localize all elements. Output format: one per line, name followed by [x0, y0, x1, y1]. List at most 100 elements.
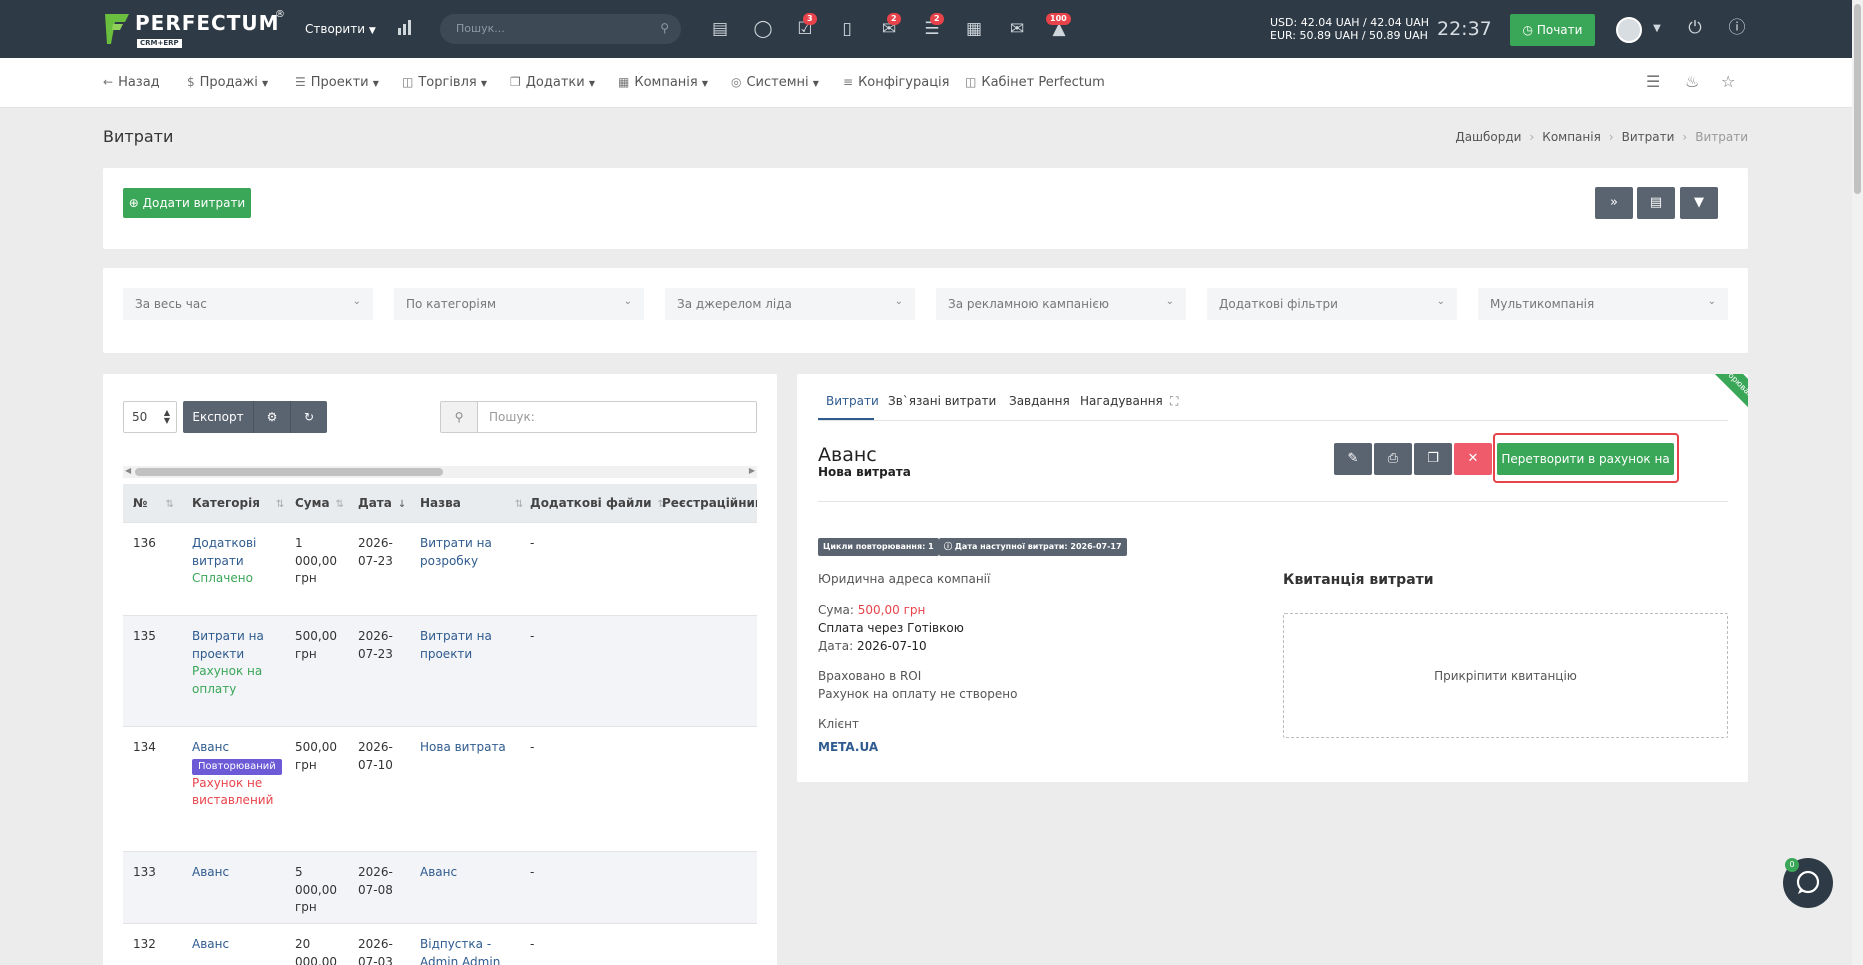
row-sum: 5	[295, 865, 303, 879]
filter-category-label: По категоріям	[406, 297, 497, 311]
table-row[interactable]: 132 Аванс 20 000,00 2026- 07-03 Відпустк…	[123, 923, 757, 965]
filter-campaign[interactable]: За рекламною кампанією ⌄	[936, 288, 1186, 320]
row-category[interactable]: проекти	[192, 646, 267, 664]
row-name[interactable]: Нова витрата	[420, 739, 506, 757]
refresh-icon[interactable]: ↻	[290, 401, 327, 433]
filter-category[interactable]: По категоріям ⌄	[394, 288, 644, 320]
column-files-label: Додаткові файли	[530, 496, 652, 510]
row-name[interactable]: Витрати на	[420, 628, 492, 646]
table-row[interactable]: 136 Додаткові витрати Сплачено 1 000,00 …	[123, 522, 757, 615]
expense-subtitle: Нова витрата	[818, 465, 911, 479]
nav-system[interactable]: ◎ Системні ▼	[731, 75, 819, 90]
start-timer-button[interactable]: ◷ Почати	[1510, 14, 1595, 46]
filter-multicompany[interactable]: Мультикомпанія ⌄	[1478, 288, 1728, 320]
client-link[interactable]: META.UA	[818, 740, 878, 754]
comment-icon[interactable]: ◯	[751, 19, 775, 39]
sum-value: 500,00 грн	[857, 603, 926, 617]
chevron-down-icon: ⌄	[1436, 296, 1445, 307]
cart-icon: ◫	[402, 75, 414, 89]
power-icon[interactable]: ⏻	[1683, 18, 1707, 38]
layers-icon[interactable]: ☰	[1646, 72, 1660, 91]
fire-icon[interactable]: ♨	[1685, 72, 1699, 91]
page-scrollbar[interactable]	[1852, 0, 1863, 965]
print-icon[interactable]: ⎙	[1374, 443, 1412, 475]
page-size-select[interactable]: 50 ▲ ▼	[123, 401, 177, 433]
sliders-icon: ≡	[843, 75, 854, 89]
column-date[interactable]: Дата ↓	[358, 496, 406, 510]
row-name[interactable]: Аванс	[420, 864, 457, 882]
row-name[interactable]: Admin Admin	[420, 954, 500, 965]
create-menu[interactable]: Створити ▼	[305, 22, 376, 36]
nav-sales[interactable]: $ Продажі ▼	[187, 75, 268, 90]
breadcrumb-expenses[interactable]: Витрати	[1622, 130, 1675, 144]
breadcrumb-company[interactable]: Компанія	[1542, 130, 1601, 144]
expand-icon[interactable]: ⛶	[1170, 394, 1178, 409]
row-status: Сплачено	[192, 571, 253, 585]
convert-to-invoice-button[interactable]: Перетворити в рахунок на оплату	[1497, 443, 1674, 498]
copy-icon[interactable]: ❐	[1414, 443, 1452, 475]
chevron-down-icon: ▼	[368, 26, 376, 36]
filter-period[interactable]: За весь час ⌄	[123, 288, 373, 320]
help-icon[interactable]: ⓘ	[1725, 18, 1749, 38]
delete-icon[interactable]: ✕	[1454, 443, 1492, 475]
chevron-down-icon[interactable]: ▼	[1645, 19, 1669, 39]
row-num: 135	[133, 629, 156, 643]
list-search-input[interactable]: ⚲ Пошук:	[440, 401, 757, 433]
row-category[interactable]: Додаткові	[192, 535, 256, 553]
column-num[interactable]: № ⇅	[133, 496, 174, 510]
table-horizontal-scrollbar[interactable]: ◀ ▶	[123, 466, 757, 478]
filter-additional[interactable]: Додаткові фільтри ⌄	[1207, 288, 1457, 320]
row-category[interactable]: Аванс	[192, 864, 229, 882]
column-reg-number[interactable]: Реєстраційний но	[662, 496, 757, 510]
row-category[interactable]: витрати	[192, 553, 256, 571]
row-category[interactable]: Аванс	[192, 936, 229, 954]
logo[interactable]: PERFECTUM CRM+ERP ®	[103, 9, 285, 48]
collapse-icon[interactable]: »	[1595, 187, 1633, 219]
edit-icon[interactable]: ✎	[1334, 443, 1372, 475]
nav-config[interactable]: ≡ Конфігурація	[843, 75, 950, 90]
add-expense-button[interactable]: ⊕ Додати витрати	[123, 188, 251, 218]
filter-clear-icon[interactable]: ▼	[1680, 187, 1718, 219]
stats-icon[interactable]	[394, 19, 418, 40]
nav-addons[interactable]: ❐ Додатки ▼	[510, 75, 595, 90]
tab-tasks[interactable]: Завдання	[1009, 394, 1070, 408]
nav-cabinet[interactable]: ◫ Кабінет Perfectum	[965, 75, 1105, 90]
calendar-icon[interactable]: ▤	[708, 19, 732, 39]
nav-system-label: Системні	[746, 75, 809, 90]
tab-related-expenses[interactable]: Зв`язані витрати	[888, 394, 996, 408]
nav-back[interactable]: ← Назад	[103, 75, 160, 90]
nav-trade[interactable]: ◫ Торгівля ▼	[402, 75, 487, 90]
column-sum[interactable]: Сума ⇅	[295, 496, 344, 510]
table-row[interactable]: 135 Витрати на проекти Рахунок на оплату…	[123, 615, 757, 726]
receipt-dropzone[interactable]: Прикріпити квитанцію	[1283, 613, 1728, 738]
global-search-input[interactable]: Пошук... ⚲	[440, 14, 681, 44]
table-row[interactable]: 134 Аванс Повторюваний Рахунок не вистав…	[123, 726, 757, 851]
column-category[interactable]: Категорія ⇅	[192, 496, 284, 510]
row-name[interactable]: розробку	[420, 553, 492, 571]
tab-expenses[interactable]: Витрати	[826, 394, 879, 408]
chart-icon[interactable]: ▤	[1637, 187, 1675, 219]
row-category[interactable]: Аванс	[192, 739, 272, 757]
avatar[interactable]	[1616, 17, 1642, 43]
row-category[interactable]: Витрати на	[192, 628, 267, 646]
mail-icon[interactable]: ✉	[1005, 19, 1029, 39]
row-name[interactable]: Витрати на	[420, 535, 492, 553]
column-name[interactable]: Назва ⇅	[420, 496, 523, 510]
row-name[interactable]: Відпустка -	[420, 936, 500, 954]
nav-projects[interactable]: ☰ Проекти ▼	[295, 75, 379, 90]
nav-company[interactable]: ▦ Компанія ▼	[618, 75, 708, 90]
export-button[interactable]: Експорт	[183, 401, 253, 433]
star-icon[interactable]: ☆	[1721, 72, 1735, 91]
sort-icon: ⇅	[335, 499, 344, 510]
breadcrumb-dashboards[interactable]: Дашборди	[1455, 130, 1521, 144]
column-files[interactable]: Додаткові файли ⇅	[530, 496, 666, 510]
filter-lead-source[interactable]: За джерелом ліда ⌄	[665, 288, 915, 320]
date-label: Дата:	[818, 639, 854, 653]
chevron-down-icon: ▼	[588, 79, 596, 88]
row-name[interactable]: проекти	[420, 646, 492, 664]
tab-reminders[interactable]: Нагадування	[1080, 394, 1163, 408]
clipboard-icon[interactable]: ▯	[835, 19, 859, 39]
settings-icon[interactable]: ⚙	[253, 401, 290, 433]
table-row[interactable]: 133 Аванс 5 000,00 грн 2026- 07-08 Аванс…	[123, 851, 757, 923]
document-icon[interactable]: ▦	[962, 19, 986, 39]
